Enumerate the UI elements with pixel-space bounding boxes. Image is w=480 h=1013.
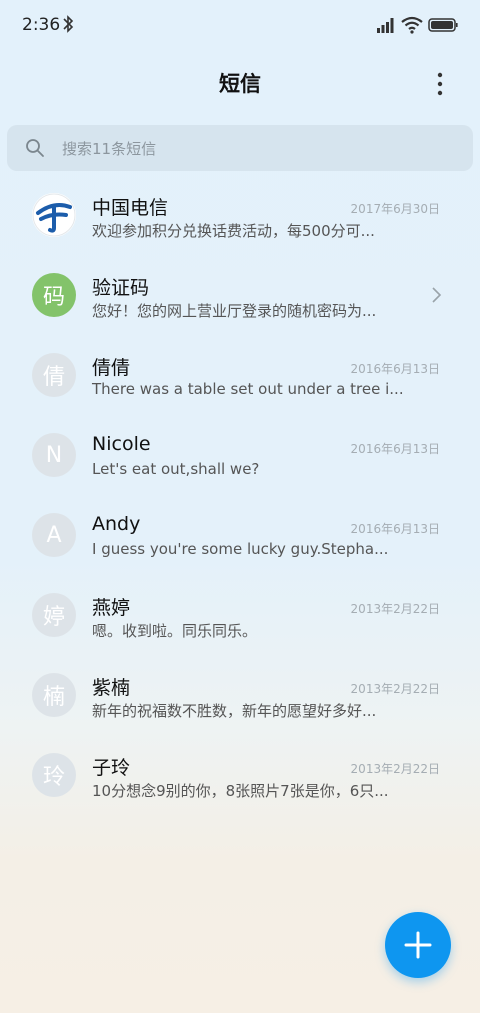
conversation-item[interactable]: A Andy 2016年6月13日 I guess you're some lu… [0, 498, 480, 578]
status-time: 2:36 [22, 15, 61, 35]
message-date: 2016年6月13日 [350, 362, 440, 376]
china-telecom-logo [32, 193, 76, 237]
conversation-item[interactable]: 玲 子玲 2013年2月22日 10分想念9别的你，8张照片7张是你，6只... [0, 738, 480, 818]
conversation-item[interactable]: 码 验证码 您好！您的网上营业厅登录的随机密码为... [0, 258, 480, 338]
contact-name: 验证码 [92, 277, 150, 299]
new-message-button[interactable] [385, 912, 451, 978]
search-bar[interactable]: 搜索11条短信 [7, 125, 473, 171]
message-preview: 您好！您的网上营业厅登录的随机密码为... [92, 302, 377, 320]
more-vertical-icon[interactable] [430, 70, 450, 98]
message-preview: Let's eat out,shall we? [92, 460, 260, 478]
conversation-item[interactable]: N Nicole 2016年6月13日 Let's eat out,shall … [0, 418, 480, 498]
message-preview: I guess you're some lucky guy.Stepha... [92, 540, 389, 558]
avatar: 码 [32, 273, 76, 317]
avatar: 玲 [32, 753, 76, 797]
avatar: N [32, 433, 76, 477]
search-placeholder: 搜索11条短信 [62, 140, 157, 158]
message-date: 2013年2月22日 [350, 682, 440, 696]
avatar: 婷 [32, 593, 76, 637]
page-title: 短信 [219, 72, 261, 96]
chevron-right-icon [432, 287, 442, 303]
message-preview: 欢迎参加积分兑换话费活动，每500分可... [92, 222, 375, 240]
message-date: 2013年2月22日 [350, 762, 440, 776]
contact-name: Andy [92, 513, 141, 535]
message-date: 2017年6月30日 [350, 202, 440, 216]
plus-icon [404, 931, 432, 959]
message-preview: 10分想念9别的你，8张照片7张是你，6只... [92, 782, 389, 800]
search-icon [26, 139, 44, 157]
message-preview: There was a table set out under a tree i… [92, 380, 404, 398]
wifi-icon [401, 16, 423, 34]
bluetooth-icon [63, 15, 74, 33]
battery-icon [428, 18, 458, 32]
avatar: 楠 [32, 673, 76, 717]
contact-name: 中国电信 [92, 197, 169, 219]
avatar: 倩 [32, 353, 76, 397]
conversation-item[interactable]: 楠 紫楠 2013年2月22日 新年的祝福数不胜数，新年的愿望好多好... [0, 658, 480, 738]
message-date: 2016年6月13日 [350, 442, 440, 456]
message-preview: 新年的祝福数不胜数，新年的愿望好多好... [92, 702, 377, 720]
contact-name: 燕婷 [92, 597, 131, 619]
contact-name: 倩倩 [92, 357, 131, 379]
contact-name: 子玲 [92, 757, 131, 779]
contact-name: 紫楠 [92, 677, 131, 699]
conversation-item[interactable]: 倩 倩倩 2016年6月13日 There was a table set ou… [0, 338, 480, 418]
message-preview: 嗯。收到啦。同乐同乐。 [92, 622, 258, 640]
contact-name: Nicole [92, 433, 151, 455]
message-date: 2013年2月22日 [350, 602, 440, 616]
conversation-item[interactable]: 中国电信 2017年6月30日 欢迎参加积分兑换话费活动，每500分可... [0, 178, 480, 258]
status-bar: 2:36 [0, 0, 480, 52]
message-date: 2016年6月13日 [350, 522, 440, 536]
avatar: A [32, 513, 76, 557]
signal-icon [377, 18, 394, 33]
conversation-item[interactable]: 婷 燕婷 2013年2月22日 嗯。收到啦。同乐同乐。 [0, 578, 480, 658]
